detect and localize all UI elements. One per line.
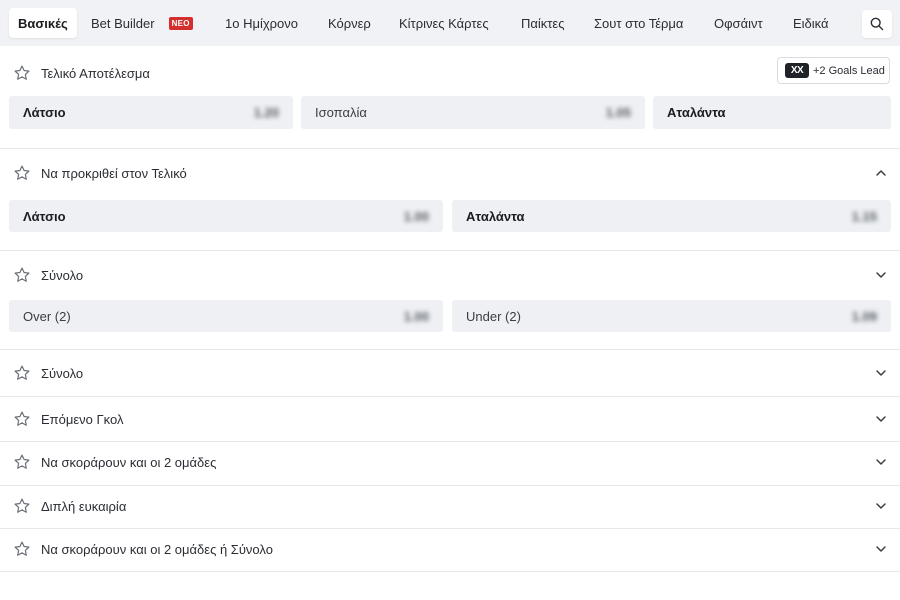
market-title: Διπλή ευκαιρία [41,498,127,514]
tab-shots-on-target[interactable]: Σουτ στο Τέρμα [594,8,683,38]
market-final-result: Τελικό Αποτέλεσμα XX +2 Goals Lead Λάτσι… [0,46,900,149]
selection-odds: 1.00 [403,308,429,324]
selection-odds: 1.15 [851,208,877,224]
market-qualify-final: Να προκριθεί στον Τελικό Λάτσιο 1.00 Ατα… [0,149,900,251]
tab-label: Κόρνερ [328,15,371,31]
tab-offside[interactable]: Οφσάιντ [714,8,763,38]
selection-odds: 1.00 [403,208,429,224]
market-title: Να σκοράρουν και οι 2 ομάδες ή Σύνολο [41,541,273,557]
xx-icon: XX [785,63,809,78]
market-both-teams-score: Να σκοράρουν και οι 2 ομάδες [0,442,900,486]
market-title: Τελικό Αποτέλεσμα [41,65,150,81]
market-title: Να προκριθεί στον Τελικό [41,165,187,181]
chevron-down-icon[interactable] [874,366,888,380]
selection-atalanta[interactable]: Αταλάντα 1.15 [452,200,891,232]
selection-under[interactable]: Under (2) 1.09 [452,300,891,332]
selection-odds: 1.05 [605,105,631,120]
market-header[interactable]: Επόμενο Γκολ [0,399,900,439]
chevron-down-icon[interactable] [874,268,888,282]
star-icon[interactable] [13,453,31,471]
market-header[interactable]: Διπλή ευκαιρία [0,486,900,526]
new-badge: ΝΕΟ [168,16,193,30]
star-icon[interactable] [13,364,31,382]
market-tabs: Βασικές Bet Builder ΝΕΟ 1ο Ημίχρονο Κόρν… [0,0,900,46]
market-title: Επόμενο Γκολ [41,411,124,427]
star-icon[interactable] [13,64,31,82]
tab-players[interactable]: Παίκτες [521,8,565,38]
chevron-down-icon[interactable] [874,499,888,513]
selection-lazio[interactable]: Λάτσιο 1.00 [9,200,443,232]
market-title: Σύνολο [41,267,84,283]
market-header[interactable]: Τελικό Αποτέλεσμα [0,53,900,93]
goals-lead-label: +2 Goals Lead [813,64,885,77]
market-total-2: Σύνολο [0,350,900,397]
selection-label: Αταλάντα [466,208,525,224]
selection-odds: 1.09 [851,308,877,324]
tab-specials[interactable]: Ειδικά [793,8,829,38]
selection-label: Λάτσιο [23,105,66,120]
tab-bet-builder[interactable]: Bet Builder ΝΕΟ [91,8,193,38]
selection-draw[interactable]: Ισοπαλία 1.05 [301,96,645,129]
search-button[interactable] [862,10,892,38]
selection-label: Under (2) [466,308,521,324]
selection-over[interactable]: Over (2) 1.00 [9,300,443,332]
star-icon[interactable] [13,266,31,284]
tab-basic[interactable]: Βασικές [9,8,77,38]
chevron-down-icon[interactable] [874,455,888,469]
star-icon[interactable] [13,410,31,428]
chevron-down-icon[interactable] [874,542,888,556]
chevron-down-icon[interactable] [874,412,888,426]
selection-atalanta[interactable]: Αταλάντα [653,96,891,129]
chevron-up-icon[interactable] [874,166,888,180]
tab-label: Bet Builder [91,15,155,31]
selection-lazio[interactable]: Λάτσιο 1.20 [9,96,293,129]
market-double-chance: Διπλή ευκαιρία [0,486,900,529]
tab-label: Κίτρινες Κάρτες [399,15,489,31]
tab-label: 1ο Ημίχρονο [225,15,299,31]
market-header[interactable]: Να σκοράρουν και οι 2 ομάδες [0,442,900,482]
market-title: Να σκοράρουν και οι 2 ομάδες [41,454,217,470]
tab-corners[interactable]: Κόρνερ [328,8,371,38]
market-header[interactable]: Σύνολο [0,353,900,393]
market-header[interactable]: Σύνολο [0,255,900,295]
star-icon[interactable] [13,540,31,558]
tab-label: Βασικές [18,15,68,31]
market-total: Σύνολο Over (2) 1.00 Under (2) 1.09 [0,251,900,350]
market-next-goal: Επόμενο Γκολ [0,397,900,442]
tab-first-half[interactable]: 1ο Ημίχρονο [225,8,298,38]
selection-label: Αταλάντα [667,105,726,120]
star-icon[interactable] [13,164,31,182]
markets-list: Τελικό Αποτέλεσμα XX +2 Goals Lead Λάτσι… [0,46,900,600]
market-btts-or-total: Να σκοράρουν και οι 2 ομάδες ή Σύνολο [0,529,900,572]
selection-odds: 1.20 [253,105,279,120]
tab-yellow-cards[interactable]: Κίτρινες Κάρτες [399,8,489,38]
goals-lead-button[interactable]: XX +2 Goals Lead [777,57,890,84]
tab-label: Οφσάιντ [714,15,763,31]
selection-label: Λάτσιο [23,208,66,224]
market-title: Σύνολο [41,365,84,381]
star-icon[interactable] [13,497,31,515]
selection-label: Over (2) [23,308,71,324]
tab-label: Ειδικά [793,15,829,31]
tab-label: Σουτ στο Τέρμα [594,15,684,31]
search-icon [870,17,884,31]
market-header[interactable]: Να προκριθεί στον Τελικό [0,153,900,193]
market-header[interactable]: Να σκοράρουν και οι 2 ομάδες ή Σύνολο [0,529,900,569]
tab-label: Παίκτες [521,15,565,31]
selection-label: Ισοπαλία [315,105,367,120]
